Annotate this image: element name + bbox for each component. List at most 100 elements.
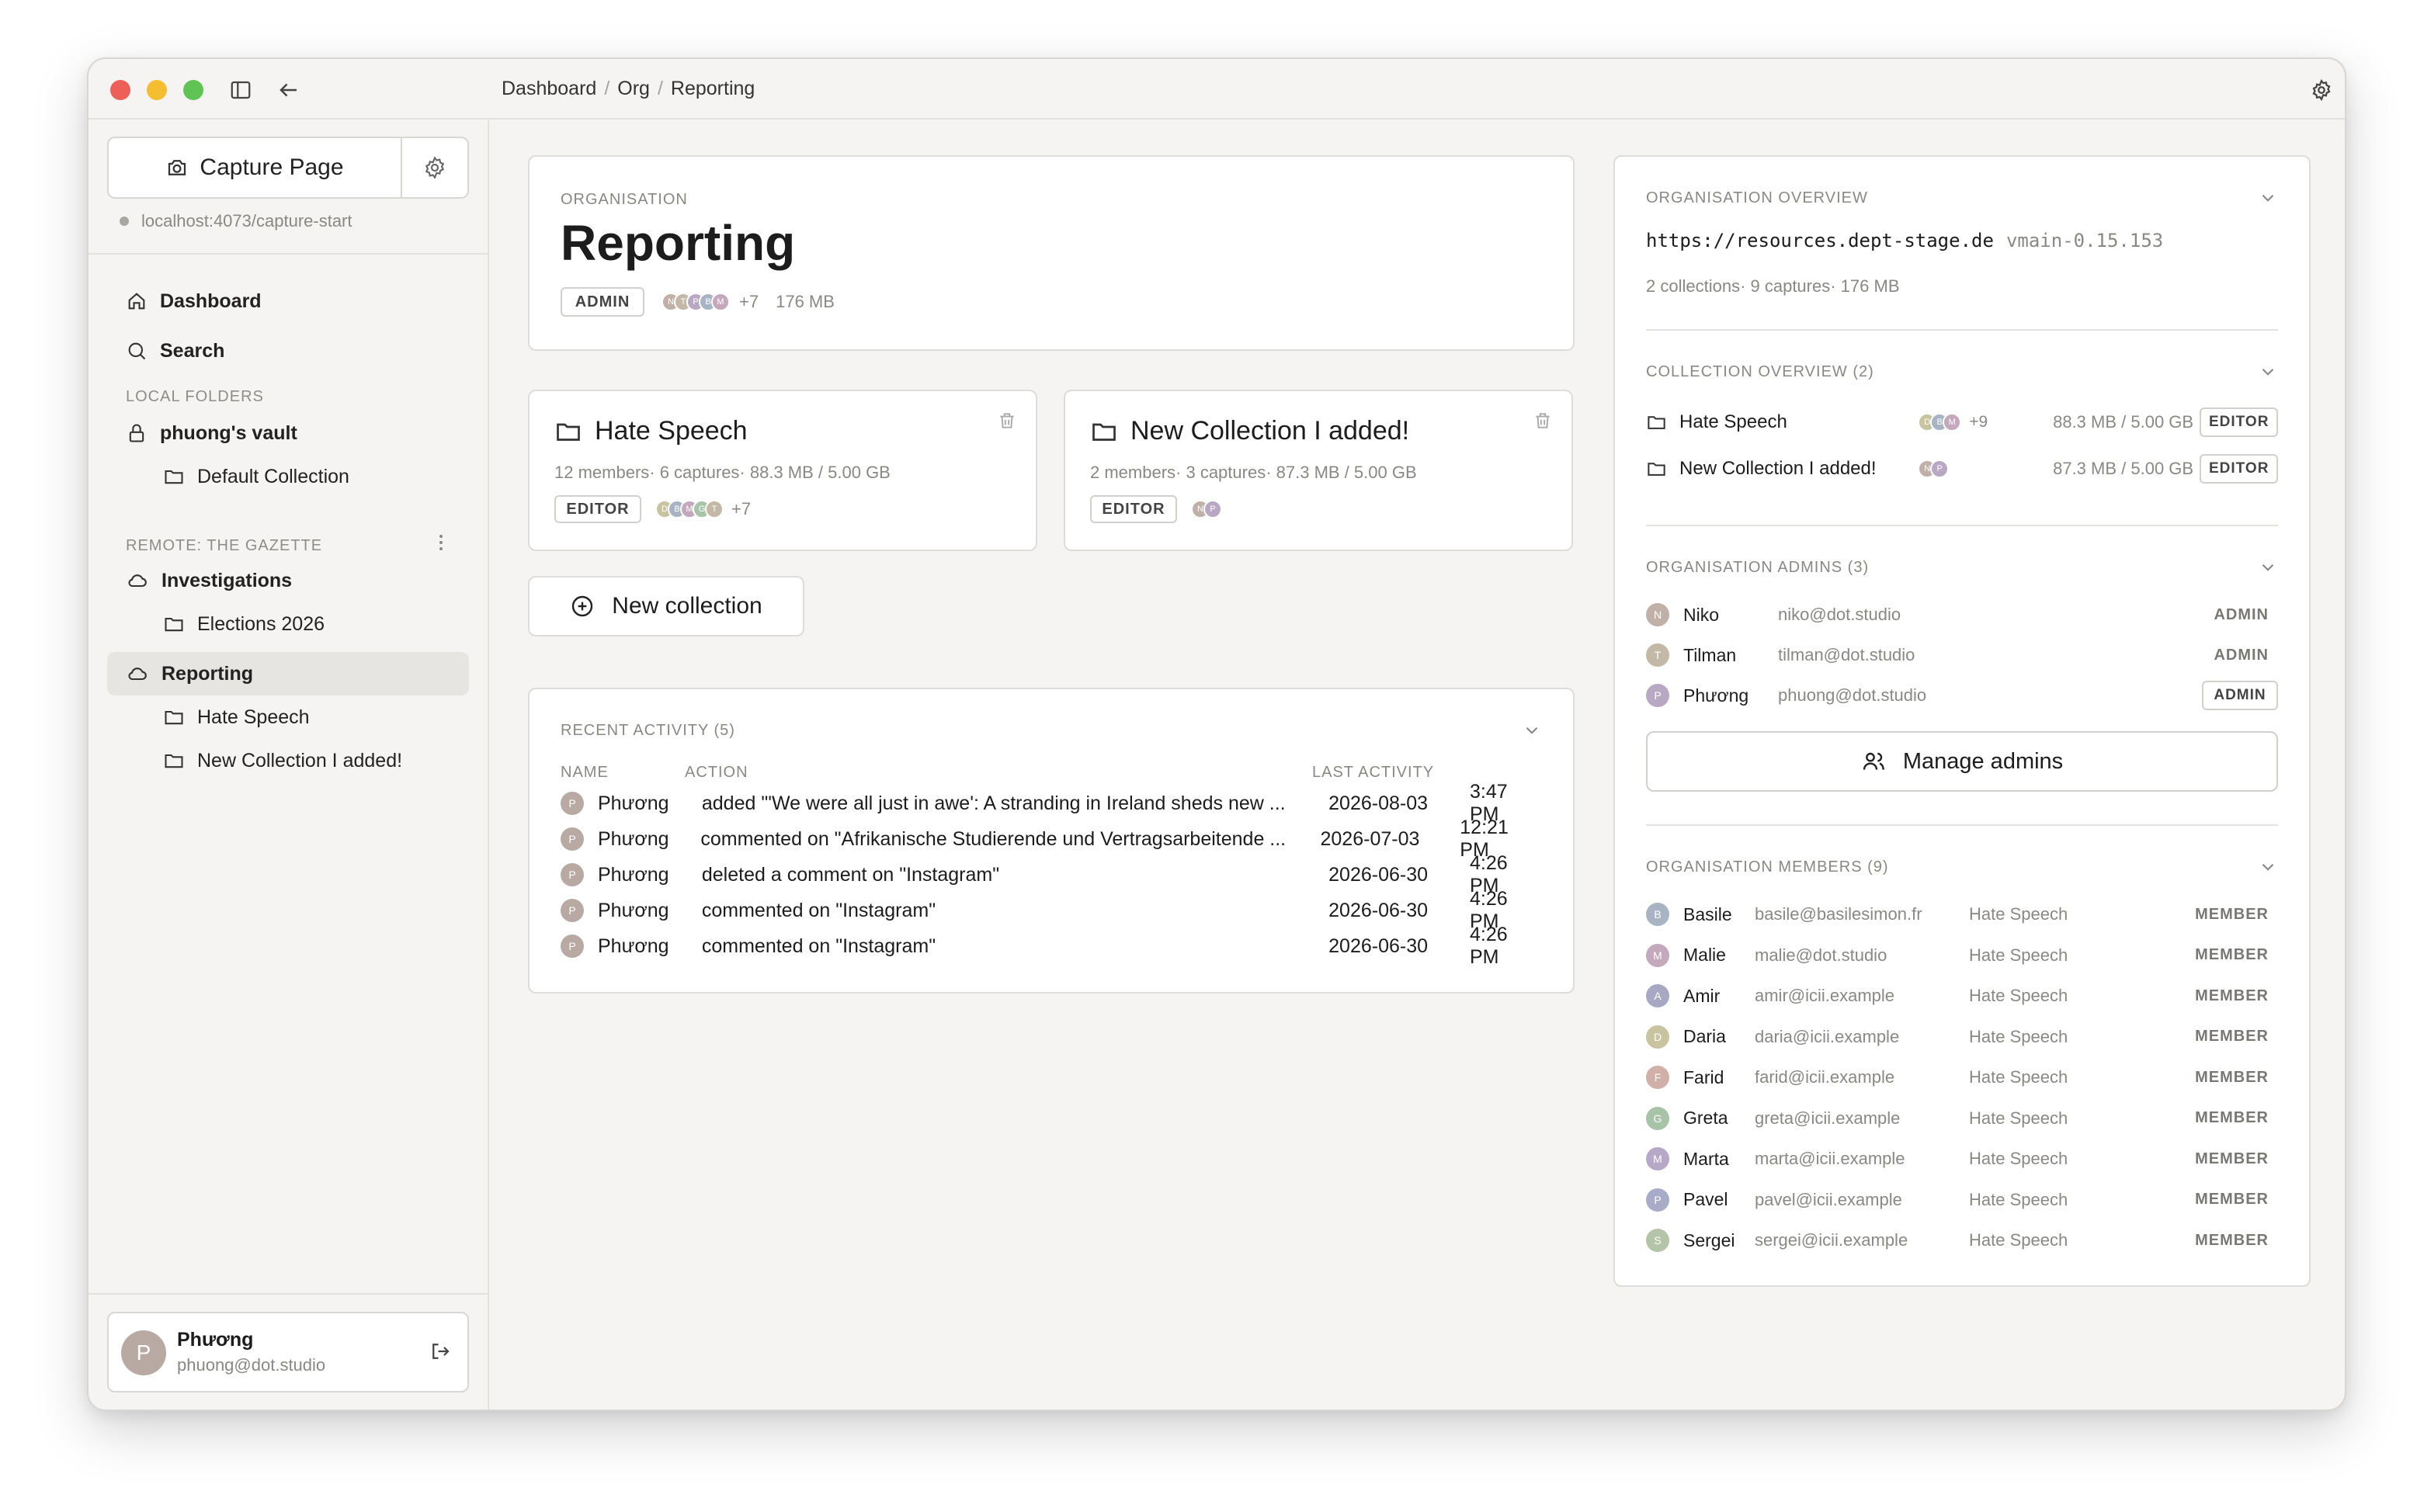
- list-item[interactable]: Hate Speech DBM +9 88.3 MB / 5.00 GB EDI…: [1646, 405, 2279, 439]
- role-badge[interactable]: ADMIN: [2202, 681, 2278, 710]
- admin-email: tilman@dot.studio: [1778, 645, 1915, 664]
- table-row[interactable]: P Phương commented on "Instagram" 2026-0…: [561, 888, 1542, 932]
- logout-icon[interactable]: [429, 1340, 452, 1367]
- sidebar-item-search[interactable]: Search: [107, 329, 469, 373]
- new-collection-button[interactable]: New collection: [528, 576, 804, 636]
- org-overview-title: ORGANISATION OVERVIEW: [1646, 189, 1868, 206]
- breadcrumb-org[interactable]: Org: [617, 78, 650, 100]
- chevron-down-icon[interactable]: [2258, 362, 2278, 386]
- recent-activity-card: RECENT ACTIVITY (5) NAME ACTION LAST ACT…: [528, 688, 1575, 994]
- sidebar-item-new-collection[interactable]: New Collection I added!: [107, 739, 469, 782]
- list-item[interactable]: P Pavel pavel@icii.example Hate Speech M…: [1646, 1183, 2278, 1217]
- list-item[interactable]: A Amir amir@icii.example Hate Speech MEM…: [1646, 979, 2278, 1013]
- chevron-down-icon[interactable]: [1522, 720, 1542, 744]
- chevron-down-icon[interactable]: [2258, 857, 2278, 881]
- list-item[interactable]: F Farid farid@icii.example Hate Speech M…: [1646, 1060, 2278, 1094]
- status-dot-icon: [120, 217, 129, 226]
- more-vertical-icon[interactable]: [432, 531, 450, 554]
- member-name: Greta: [1683, 1108, 1728, 1128]
- member-extra-count: +9: [1969, 413, 1988, 431]
- table-row[interactable]: P Phương deleted a comment on "Instagram…: [561, 852, 1542, 896]
- breadcrumb-dashboard[interactable]: Dashboard: [502, 78, 596, 100]
- admin-email: phuong@dot.studio: [1778, 685, 1927, 705]
- list-item[interactable]: N Niko niko@dot.studio ADMIN: [1646, 598, 2278, 632]
- table-row[interactable]: P Phương commented on "Instagram" 2026-0…: [561, 924, 1542, 968]
- cloud-icon: [128, 574, 147, 588]
- avatar: P: [1930, 459, 1950, 478]
- list-item[interactable]: G Greta greta@icii.example Hate Speech M…: [1646, 1101, 2278, 1136]
- avatar: M: [1646, 943, 1669, 967]
- avatar: B: [1646, 903, 1669, 926]
- sidebar-item-label: Elections 2026: [197, 612, 325, 635]
- sidebar-toggle-icon[interactable]: [227, 76, 255, 104]
- member-email: pavel@icii.example: [1755, 1189, 1902, 1209]
- sidebar-item-reporting[interactable]: Reporting: [107, 652, 469, 695]
- table-row[interactable]: P Phương commented on "Afrikanische Stud…: [561, 817, 1542, 861]
- collection-overview-title: COLLECTION OVERVIEW (2): [1646, 363, 1874, 380]
- org-stats: 2 collections· 9 captures· 176 MB: [1646, 276, 1900, 296]
- collection-title: Hate Speech: [595, 416, 748, 446]
- manage-admins-button[interactable]: Manage admins: [1646, 731, 2278, 792]
- folder-icon: [165, 754, 183, 768]
- list-item[interactable]: S Sergei sergei@icii.example Hate Speech…: [1646, 1223, 2278, 1257]
- list-item[interactable]: M Marta marta@icii.example Hate Speech M…: [1646, 1142, 2278, 1176]
- capture-url-text: localhost:4073/capture-start: [141, 211, 352, 231]
- member-collection: Hate Speech: [1969, 945, 2068, 965]
- collection-name: New Collection I added!: [1679, 458, 1877, 479]
- role-label: MEMBER: [2195, 987, 2269, 1004]
- page-title: Reporting: [561, 215, 796, 271]
- row-name: Phương: [598, 863, 669, 886]
- zoom-window-button[interactable]: [183, 80, 203, 100]
- sidebar-item-default-collection[interactable]: Default Collection: [107, 455, 469, 498]
- chevron-down-icon[interactable]: [2258, 188, 2278, 212]
- sidebar-item-elections-2026[interactable]: Elections 2026: [107, 602, 469, 646]
- role-label: MEMBER: [2195, 1028, 2269, 1045]
- trash-icon[interactable]: [1533, 410, 1553, 435]
- avatar: T: [705, 500, 724, 518]
- row-action: commented on "Instagram": [701, 935, 936, 957]
- new-collection-label: New collection: [612, 593, 762, 619]
- collection-card[interactable]: New Collection I added! 2 members· 3 cap…: [1064, 390, 1573, 551]
- table-row[interactable]: P Phương added "'We were all just in awe…: [561, 781, 1542, 825]
- chevron-down-icon[interactable]: [2258, 557, 2278, 581]
- list-item[interactable]: D Daria daria@icii.example Hate Speech M…: [1646, 1020, 2278, 1054]
- role-badge: EDITOR: [2200, 454, 2279, 484]
- list-item[interactable]: New Collection I added! NP 87.3 MB / 5.0…: [1646, 452, 2279, 486]
- capture-page-button[interactable]: Capture Page: [109, 138, 401, 197]
- sidebar-item-dashboard[interactable]: Dashboard: [107, 279, 469, 323]
- sidebar-item-label: Investigations: [161, 569, 293, 591]
- sidebar-item-investigations[interactable]: Investigations: [107, 559, 469, 602]
- row-action: commented on "Instagram": [701, 899, 936, 921]
- back-arrow-icon[interactable]: [275, 76, 303, 104]
- panel-divider: [1646, 525, 2278, 526]
- member-email: farid@icii.example: [1755, 1067, 1895, 1087]
- list-item[interactable]: T Tilman tilman@dot.studio ADMIN: [1646, 638, 2278, 672]
- collection-card[interactable]: Hate Speech 12 members· 6 captures· 88.3…: [528, 390, 1037, 551]
- settings-gear-icon[interactable]: [2308, 76, 2335, 104]
- collection-name: Hate Speech: [1679, 411, 1787, 432]
- sidebar-item-hate-speech[interactable]: Hate Speech: [107, 695, 469, 739]
- folder-icon: [165, 710, 183, 725]
- sidebar-item-vault[interactable]: phuong's vault: [107, 411, 469, 455]
- capture-settings-button[interactable]: [401, 138, 467, 197]
- member-avatars: DBMGT: [655, 500, 724, 518]
- org-url[interactable]: https://resources.dept-stage.de: [1646, 230, 1994, 251]
- minimize-window-button[interactable]: [147, 80, 167, 100]
- member-collection: Hate Speech: [1969, 1230, 2068, 1250]
- trash-icon[interactable]: [997, 410, 1017, 435]
- close-window-button[interactable]: [110, 80, 130, 100]
- admin-name: Phương: [1683, 685, 1749, 706]
- gear-icon: [425, 156, 445, 179]
- list-item[interactable]: B Basile basile@basilesimon.fr Hate Spee…: [1646, 897, 2278, 931]
- plus-circle-icon: [572, 595, 593, 617]
- row-date: 2026-08-03: [1328, 792, 1429, 814]
- row-action: deleted a comment on "Instagram": [701, 863, 1000, 886]
- org-admins-title: ORGANISATION ADMINS (3): [1646, 559, 1870, 576]
- org-header-card: ORGANISATION Reporting ADMIN NTPBM +7 17…: [528, 155, 1575, 351]
- member-email: sergei@icii.example: [1755, 1230, 1908, 1250]
- breadcrumb-reporting[interactable]: Reporting: [671, 78, 755, 100]
- panel-divider: [1646, 329, 2278, 331]
- list-item[interactable]: M Malie malie@dot.studio Hate Speech MEM…: [1646, 938, 2278, 973]
- list-item[interactable]: P Phương phuong@dot.studio ADMIN: [1646, 678, 2278, 713]
- member-collection: Hate Speech: [1969, 1067, 2068, 1087]
